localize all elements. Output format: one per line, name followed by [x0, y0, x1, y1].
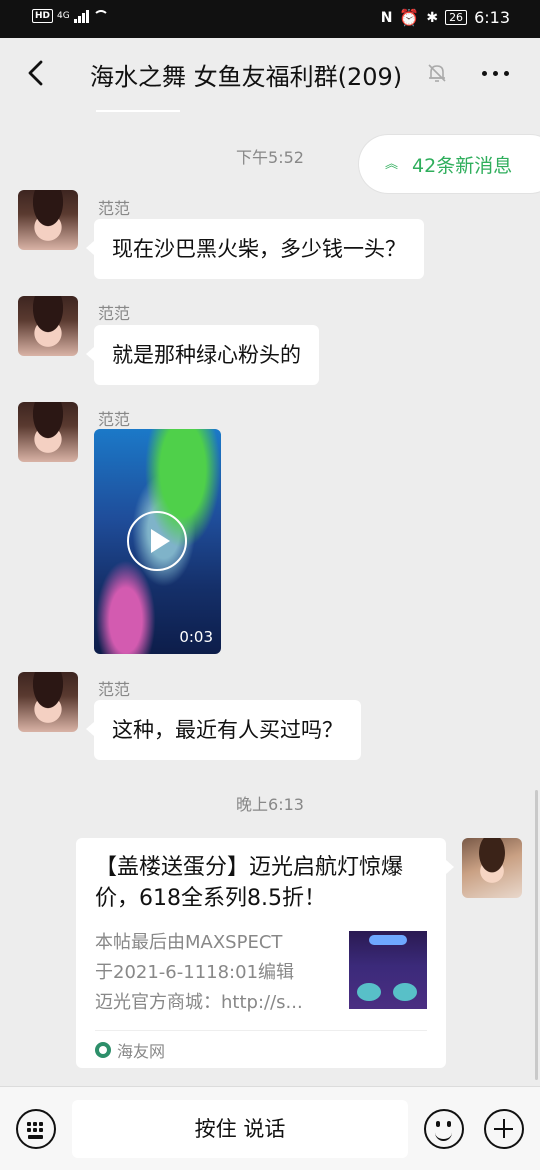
new-messages-button[interactable]: ︽ 42条新消息	[359, 135, 540, 193]
source-logo-icon	[95, 1042, 111, 1058]
double-chevron-up-icon: ︽	[385, 156, 399, 172]
my-avatar[interactable]	[462, 838, 522, 898]
link-card-source: 海友网	[95, 1038, 165, 1062]
network-type: 4G	[57, 11, 70, 21]
clock: 6:13	[474, 8, 510, 27]
link-card-desc-line: 于2021-6-1118:01编辑	[95, 962, 295, 983]
scrollbar[interactable]	[535, 790, 538, 1080]
sender-name: 范范	[98, 199, 131, 218]
chat-header: 海水之舞 女鱼友福利群(209)	[0, 38, 540, 110]
link-card-source-label: 海友网	[117, 1042, 166, 1061]
video-message[interactable]: 0:03	[94, 429, 221, 654]
link-card-description: 本帖最后由MAXSPECT 于2021-6-1118:01编辑 迈光官方商城：h…	[95, 928, 335, 1018]
sender-name: 范范	[98, 410, 131, 429]
sender-avatar[interactable]	[18, 672, 78, 732]
alarm-icon: ⏰	[399, 8, 420, 27]
input-bar: 按住 说话	[0, 1086, 540, 1170]
hd-indicator: HD	[32, 9, 54, 23]
link-card-thumbnail	[349, 931, 427, 1009]
link-card-desc-line: 本帖最后由MAXSPECT	[95, 932, 283, 953]
new-messages-label: 42条新消息	[412, 154, 513, 177]
message-bubble[interactable]: 这种，最近有人买过吗？	[86, 700, 361, 760]
nfc-icon: N	[380, 9, 393, 26]
plus-icon[interactable]	[484, 1109, 524, 1149]
hold-to-talk-button[interactable]: 按住 说话	[72, 1100, 408, 1158]
bluetooth-icon: ✱	[426, 9, 439, 26]
header-divider	[96, 110, 180, 112]
sender-avatar[interactable]	[18, 296, 78, 356]
status-bar: HD 4G N ⏰ ✱ 26 6:13	[0, 0, 540, 38]
message-bubble[interactable]: 就是那种绿心粉头的	[86, 325, 319, 385]
link-card-divider	[95, 1030, 427, 1031]
link-card-title: 【盖楼送蛋分】迈光启航灯惊爆价，618全系列8.5折！	[95, 855, 404, 911]
play-icon[interactable]	[127, 511, 187, 571]
sender-name: 范范	[98, 304, 131, 323]
timestamp: 晚上6:13	[236, 795, 304, 814]
chat-title: 海水之舞 女鱼友福利群(209)	[90, 63, 403, 91]
sender-avatar[interactable]	[18, 402, 78, 462]
keyboard-icon[interactable]	[16, 1109, 56, 1149]
more-options-icon[interactable]	[482, 71, 509, 76]
sender-name: 范范	[98, 680, 131, 699]
back-arrow-icon[interactable]	[22, 58, 52, 88]
wifi-icon	[92, 10, 109, 22]
link-card-message[interactable]: 【盖楼送蛋分】迈光启航灯惊爆价，618全系列8.5折！ 本帖最后由MAXSPEC…	[76, 838, 454, 1068]
mute-bell-icon	[428, 64, 446, 82]
link-card-desc-line: 迈光官方商城：http://s...	[95, 992, 303, 1013]
message-bubble[interactable]: 现在沙巴黑火柴，多少钱一头？	[86, 219, 424, 279]
sender-avatar[interactable]	[18, 190, 78, 250]
video-duration: 0:03	[179, 628, 213, 646]
emoji-icon[interactable]	[424, 1109, 464, 1149]
signal-icon	[73, 9, 89, 23]
battery-icon: 26	[445, 10, 468, 25]
